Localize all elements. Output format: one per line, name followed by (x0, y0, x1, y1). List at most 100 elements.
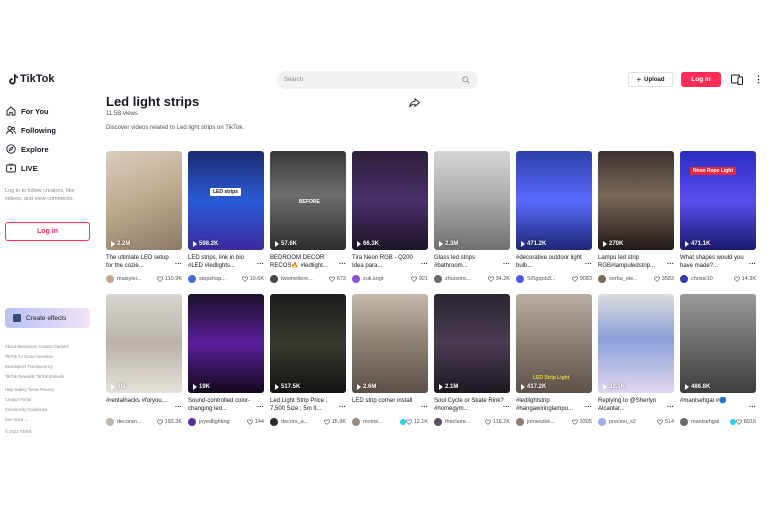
more-options-icon[interactable]: ··· (257, 261, 264, 268)
more-options-icon[interactable]: ··· (175, 261, 182, 268)
video-thumbnail[interactable]: BEFORE 57.6K (270, 151, 346, 250)
username[interactable]: serba_ele... (609, 276, 647, 282)
video-caption[interactable]: Replying to @Sherlyn Alcantar... (598, 397, 668, 413)
video-thumbnail[interactable]: 4M (106, 294, 182, 393)
video-thumbnail[interactable]: 2.6M (352, 294, 428, 393)
avatar[interactable] (598, 274, 606, 283)
more-options-icon[interactable]: ··· (175, 404, 182, 411)
video-card[interactable]: 19K Sound-controlled color-changing led.… (188, 294, 264, 428)
more-options-icon[interactable]: ··· (257, 404, 264, 411)
username[interactable]: twomettere... (281, 276, 319, 282)
more-options-icon[interactable]: ··· (585, 404, 592, 411)
video-caption[interactable]: What shapes would you have made?... (680, 254, 750, 270)
video-thumbnail[interactable]: 517.5K (270, 294, 346, 393)
video-thumbnail[interactable]: 66.3K (352, 151, 428, 250)
more-options-icon[interactable]: ··· (749, 404, 756, 411)
video-thumbnail[interactable]: 486.8K (680, 294, 756, 393)
video-caption[interactable]: Sound-controlled color-changing led... (188, 397, 258, 413)
username[interactable]: maisylei... (117, 276, 155, 282)
footer-link-row[interactable]: TikTok for Good Advertise (5, 352, 95, 362)
video-thumbnail[interactable]: LED strips 598.2K (188, 151, 264, 250)
see-more-link[interactable]: See more ⌄ (5, 415, 95, 425)
video-caption[interactable]: #manisehgal #🔵 (680, 397, 750, 413)
video-card[interactable]: 2.3M Glass led strips #bathroom... ··· z… (434, 151, 510, 285)
username[interactable]: stepshop... (199, 276, 237, 282)
video-caption[interactable]: LED strip corner install (352, 397, 422, 413)
more-options-icon[interactable]: ··· (667, 261, 674, 268)
upload-button[interactable]: + Upload (628, 72, 673, 87)
username[interactable]: preciou_s2 (609, 419, 647, 425)
video-card[interactable]: 2.2M The ultimate LED setup for the cozi… (106, 151, 182, 285)
avatar[interactable] (680, 417, 688, 426)
video-caption[interactable]: Glass led strips #bathroom... (434, 254, 504, 270)
avatar[interactable] (106, 417, 114, 426)
username[interactable]: joyedlighting (199, 419, 237, 425)
video-card[interactable]: 4M #rentalhacks #foryou... ··· decoran..… (106, 294, 182, 428)
footer-link-row[interactable]: TikTok Rewards TikTok Embeds (5, 372, 95, 382)
avatar[interactable] (352, 417, 360, 426)
more-menu-icon[interactable]: ⋮ (754, 72, 763, 86)
avatar[interactable] (106, 274, 114, 283)
video-card[interactable]: LED strips 598.2K LED strips, link in bi… (188, 151, 264, 285)
video-thumbnail[interactable]: 471.2K (516, 151, 592, 250)
avatar[interactable] (270, 274, 278, 283)
sidebar-item-explore[interactable]: Explore (6, 143, 49, 155)
more-options-icon[interactable]: ··· (421, 261, 428, 268)
username[interactable]: manisehgal (691, 419, 728, 425)
avatar[interactable] (434, 417, 442, 426)
video-caption[interactable]: Tira Neon RGB - Q200 Idea para... (352, 254, 422, 270)
avatar[interactable] (270, 417, 278, 426)
sidebar-item-following[interactable]: Following (6, 124, 56, 136)
username[interactable]: zhuoxinc... (445, 276, 483, 282)
more-options-icon[interactable]: ··· (667, 404, 674, 411)
video-thumbnail[interactable]: Neon Rope Light 471.1K (680, 151, 756, 250)
avatar[interactable] (352, 274, 360, 283)
video-card[interactable]: 66.3K Tira Neon RGB - Q200 Idea para... … (352, 151, 428, 285)
more-options-icon[interactable]: ··· (339, 261, 346, 268)
video-caption[interactable]: The ultimate LED setup for the cozie... (106, 254, 176, 270)
video-thumbnail[interactable]: 2.3M (434, 151, 510, 250)
avatar[interactable] (598, 417, 606, 426)
video-caption[interactable]: LED strips, link in bio #LED #ledlights.… (188, 254, 258, 270)
avatar[interactable] (188, 417, 196, 426)
search-icon[interactable] (462, 76, 470, 84)
video-card[interactable]: 517.5K Led Light Strip Price ; 7,500 Siz… (270, 294, 346, 428)
search-input[interactable]: Search (277, 71, 478, 89)
avatar[interactable] (680, 274, 688, 283)
avatar[interactable] (188, 274, 196, 283)
video-caption[interactable]: Led Light Strip Price ; 7,500 Size ; 5m … (270, 397, 340, 413)
username[interactable]: jomeszke... (527, 419, 565, 425)
video-card[interactable]: Neon Rope Light 471.1K What shapes would… (680, 151, 756, 285)
username[interactable]: mome... (363, 419, 398, 425)
username[interactable]: chrissi10 (691, 276, 729, 282)
username[interactable]: zuk.kogt (363, 276, 401, 282)
more-options-icon[interactable]: ··· (503, 404, 510, 411)
more-options-icon[interactable]: ··· (421, 404, 428, 411)
video-thumbnail[interactable]: 32.1K (598, 294, 674, 393)
video-card[interactable]: 270K Lampu led strip RGB#lampuledstrip..… (598, 151, 674, 285)
video-caption[interactable]: #rentalhacks #foryou... (106, 397, 176, 413)
avatar[interactable] (516, 417, 524, 426)
footer-link-row[interactable]: Community Guidelines (5, 405, 95, 415)
create-effects-button[interactable]: Create effects (5, 308, 90, 328)
video-card[interactable]: 32.1K Replying to @Sherlyn Alcantar... ·… (598, 294, 674, 428)
avatar[interactable] (434, 274, 442, 283)
video-card[interactable]: 471.2K #decorative outdoor light bulb...… (516, 151, 592, 285)
footer-link-row[interactable]: Help Safety Terms Privacy (5, 385, 95, 395)
footer-link-row[interactable]: Creator Portal (5, 395, 95, 405)
avatar[interactable] (516, 274, 524, 283)
more-options-icon[interactable]: ··· (749, 261, 756, 268)
video-caption[interactable]: #ledlightstrip #hangawiringlampu... (516, 397, 586, 413)
video-caption[interactable]: BEDROOM DECOR RECOS🔥 #ledlight... (270, 254, 340, 270)
get-app-icon[interactable] (731, 74, 743, 85)
video-caption[interactable]: #decorative outdoor light bulb... (516, 254, 586, 270)
username[interactable]: theclaire... (445, 419, 483, 425)
video-card[interactable]: 486.8K #manisehgal #🔵 ··· manisehgal 891… (680, 294, 756, 428)
video-card[interactable]: 2.1M Soul Cycle or Skate Rink? #homegym.… (434, 294, 510, 428)
username[interactable]: SiSgqob3... (527, 276, 565, 282)
tiktok-logo[interactable]: TikTok (8, 73, 54, 85)
more-options-icon[interactable]: ··· (503, 261, 510, 268)
more-options-icon[interactable]: ··· (585, 261, 592, 268)
video-thumbnail[interactable]: LED Strip Light 417.2K (516, 294, 592, 393)
video-card[interactable]: 2.6M LED strip corner install ··· mome..… (352, 294, 428, 428)
